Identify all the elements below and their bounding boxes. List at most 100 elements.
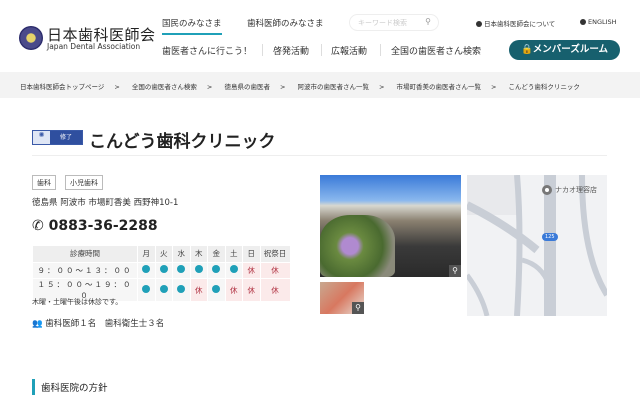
search-input[interactable]: キーワード検索 ⚲ [349, 14, 439, 31]
col-header: 火 [154, 245, 173, 263]
english-label: ENGLISH [588, 18, 617, 26]
open-dot-icon [172, 278, 191, 302]
nav-divider [380, 44, 381, 56]
nav-divider [321, 44, 322, 56]
time-slot: ９：００〜１３：００ [32, 261, 138, 279]
closed-cell: 休 [224, 278, 243, 302]
col-header: 土 [224, 245, 243, 263]
search-icon[interactable]: ⚲ [425, 17, 431, 26]
breadcrumb-item[interactable]: 徳島県の歯医者 [224, 83, 270, 91]
search-placeholder: キーワード検索 [358, 19, 407, 27]
clinic-photo[interactable]: ⚲ [320, 175, 461, 277]
nav-divider [262, 44, 263, 56]
staff-text: 歯科医師１名 歯科衛生士３名 [45, 319, 165, 329]
open-dot [229, 265, 238, 274]
completion-badge: ✺ 修了 [32, 130, 83, 145]
badge-emblem-icon: ✺ [33, 131, 50, 144]
staff-info: 👥 歯科医師１名 歯科衛生士３名 [32, 317, 164, 329]
phone-icon: ✆ [32, 218, 49, 234]
about-label: 日本歯科医師会について [484, 20, 556, 28]
people-icon: 👥 [32, 319, 46, 329]
nav-awareness[interactable]: 啓発活動 [273, 44, 309, 57]
breadcrumb-item[interactable]: 日本歯科医師会トップページ [20, 83, 104, 91]
breadcrumb-item[interactable]: 阿波市の歯医者さん一覧 [297, 83, 369, 91]
breadcrumb-sep: > [114, 83, 120, 91]
open-dot-icon [207, 261, 226, 279]
breadcrumb-item[interactable]: 全国の歯医者さん検索 [132, 83, 197, 91]
open-dot-icon [154, 278, 173, 302]
section-heading-policy: 歯科医院の方針 [41, 383, 108, 394]
section-accent-bar [32, 379, 35, 395]
specialty-tag: 歯科 [32, 175, 56, 190]
map[interactable]: 125 ナカオ理容店 [467, 175, 607, 316]
open-dot [159, 285, 168, 293]
members-room-label: メンバーズルーム [532, 44, 609, 55]
tab-dentists[interactable]: 歯科医師のみなさま [247, 17, 324, 29]
map-roads [467, 175, 607, 316]
zoom-icon[interactable]: ⚲ [449, 265, 461, 277]
breadcrumb-sep: > [279, 83, 286, 91]
open-dot [177, 265, 186, 274]
globe-icon [580, 19, 586, 25]
schedule-header: 診療時間 月 火 水 木 金 土 日 祝祭日 [32, 245, 291, 263]
schedule-note: 木曜・土曜午後は休診です。 [32, 298, 123, 306]
breadcrumb: 日本歯科医師会トップページ > 全国の歯医者さん検索 > 徳島県の歯医者 > 阿波市の… [0, 72, 640, 98]
schedule-table: 診療時間 月 火 水 木 金 土 日 祝祭日 ９：００〜１３：００ 休休 １５：００… [32, 245, 291, 302]
open-dot [142, 285, 151, 293]
breadcrumb-sep: > [206, 83, 213, 91]
clinic-address: 徳島県 阿波市 市場町香美 西野神10-1 [32, 198, 179, 208]
photo-flowers [320, 215, 395, 277]
open-dot-icon [154, 261, 173, 279]
nav-pr[interactable]: 広報活動 [331, 44, 367, 57]
divider [32, 155, 607, 156]
breadcrumb-sep: > [378, 83, 385, 91]
phone-number: 0883-36-2288 [48, 218, 158, 234]
clinic-name: こんどう歯科クリニック [89, 132, 276, 152]
open-dot-icon [207, 278, 226, 302]
breadcrumb-item[interactable]: 市場町香美の歯医者さん一覧 [397, 83, 482, 91]
open-dot-icon [172, 261, 191, 279]
closed-cell: 休 [242, 278, 261, 302]
closed-cell: 休 [259, 261, 291, 279]
closed-cell: 休 [259, 278, 291, 302]
english-link[interactable]: ENGLISH [580, 18, 617, 26]
open-dot [212, 285, 221, 293]
about-link[interactable]: 日本歯科医師会について [476, 18, 555, 28]
closed-cell: 休 [242, 261, 261, 279]
open-dot-icon [137, 261, 156, 279]
clinic-phone[interactable]: ✆ 0883-36-2288 [32, 218, 158, 234]
clinic-photo-thumbnail[interactable]: ⚲ [320, 282, 364, 314]
col-header: 月 [137, 245, 156, 263]
open-dot-icon [189, 261, 208, 279]
breadcrumb-sep: > [491, 83, 497, 91]
breadcrumb-current: こんどう歯科クリニック [508, 83, 580, 91]
specialty-tag: 小児歯科 [65, 175, 103, 190]
col-header: 木 [189, 245, 208, 263]
open-dot [142, 265, 151, 274]
nav-dentist-search[interactable]: 全国の歯医者さん検索 [391, 44, 481, 57]
open-dot [177, 285, 186, 293]
bullet-icon [476, 21, 482, 27]
route-shield: 125 [545, 234, 555, 240]
lock-icon: 🔒 [520, 44, 533, 55]
col-header: 金 [207, 245, 226, 263]
schedule-row: ９：００〜１３：００ 休休 [32, 261, 291, 279]
logo-subtext: Japan Dental Association [47, 42, 141, 51]
open-dot [194, 265, 203, 274]
col-header: 祝祭日 [259, 245, 291, 263]
col-header: 水 [172, 245, 191, 263]
badge-label: 修了 [50, 131, 82, 144]
open-dot-icon [137, 278, 156, 302]
closed-cell: 休 [189, 278, 208, 302]
tab-citizens[interactable]: 国民のみなさま [162, 17, 222, 35]
nav-visit-dentist[interactable]: 歯医者さんに行こう！ [162, 44, 252, 57]
col-header: 日 [242, 245, 261, 263]
logo-emblem[interactable] [19, 26, 43, 50]
open-dot-icon [224, 261, 243, 279]
open-dot [212, 265, 221, 274]
zoom-icon[interactable]: ⚲ [352, 302, 364, 314]
open-dot [159, 265, 168, 274]
members-room-button[interactable]: 🔒メンバーズルーム [509, 40, 620, 60]
map-place-label: ナカオ理容店 [555, 186, 597, 194]
col-header: 診療時間 [32, 245, 138, 263]
